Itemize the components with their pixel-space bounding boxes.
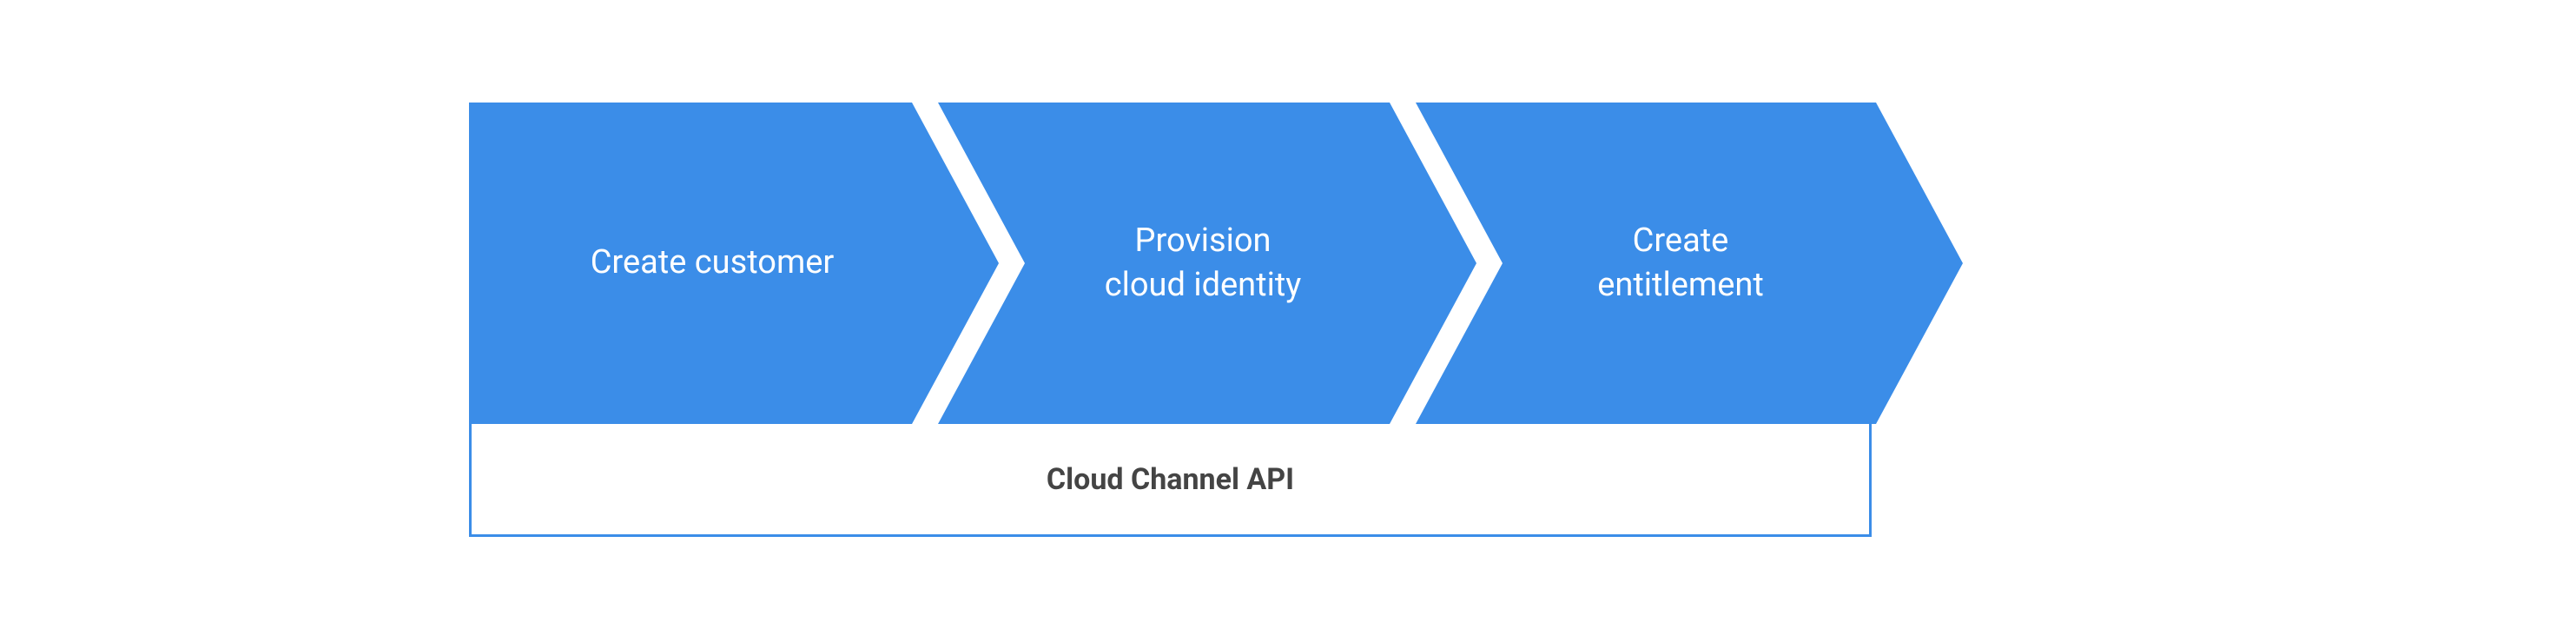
step-label: Provision cloud identity	[1079, 219, 1337, 308]
api-label-box: Cloud Channel API	[469, 424, 1872, 537]
step-label: Create entitlement	[1571, 219, 1807, 308]
step-provision-cloud-identity: Provision cloud identity	[938, 103, 1476, 424]
api-label: Cloud Channel API	[1047, 462, 1294, 497]
step-create-customer: Create customer	[469, 103, 999, 424]
steps-row: Create customer Provision cloud identity…	[469, 103, 2084, 424]
step-label: Create customer	[591, 241, 878, 285]
provisioning-flow-diagram: Create customer Provision cloud identity…	[469, 103, 2084, 537]
step-create-entitlement: Create entitlement	[1416, 103, 1963, 424]
